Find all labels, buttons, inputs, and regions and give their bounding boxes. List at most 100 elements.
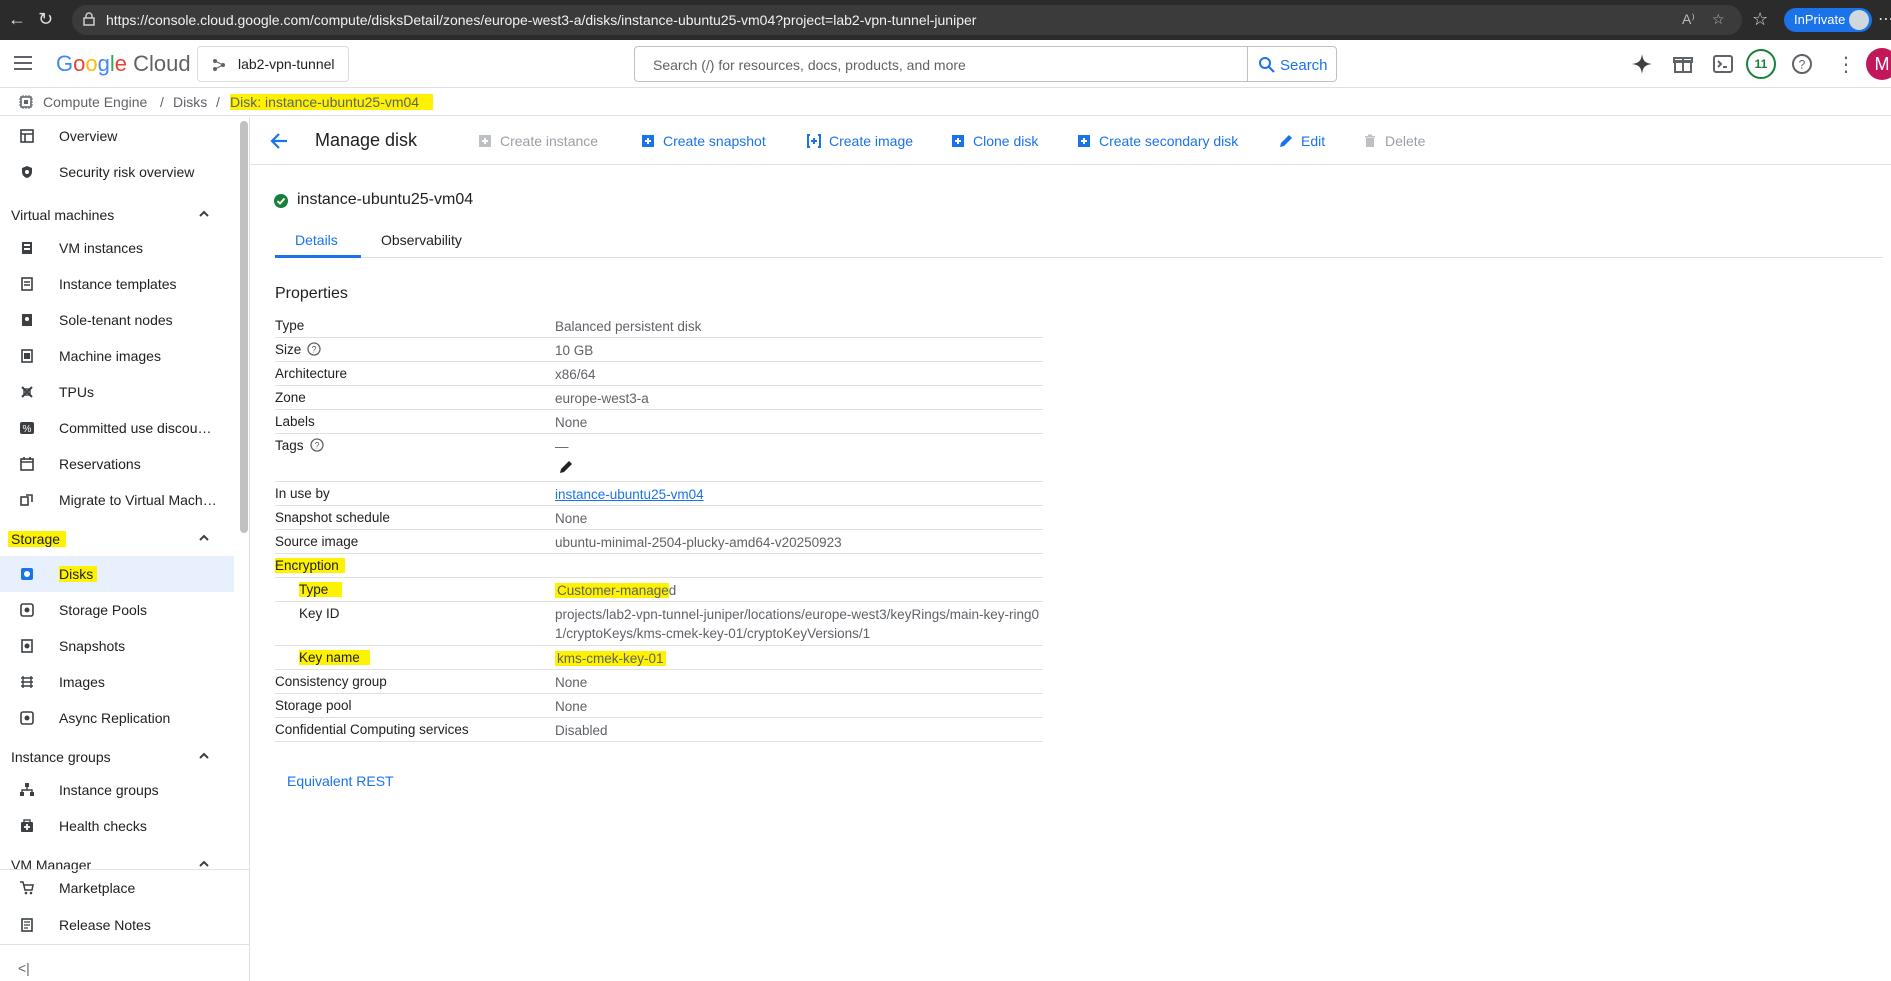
property-value: x86/64 xyxy=(555,367,596,382)
sidebar-item-label: Storage Pools xyxy=(59,602,147,618)
logo-letter: o xyxy=(85,51,98,76)
property-value: europe-west3-a xyxy=(555,391,649,406)
create-instance-button[interactable]: Create instance xyxy=(478,133,598,149)
sidebar-item-label: Images xyxy=(59,674,105,690)
create-secondary-disk-label: Create secondary disk xyxy=(1099,133,1239,149)
gemini-sparkle-icon[interactable] xyxy=(1630,52,1654,76)
sidebar-item-tpus[interactable]: TPUs xyxy=(0,374,234,410)
breadcrumb-disks[interactable]: Disks xyxy=(173,94,207,110)
help-circle-icon[interactable]: ? xyxy=(307,342,321,356)
help-icon[interactable]: ? xyxy=(1790,52,1814,76)
favorite-star-icon[interactable]: ☆ xyxy=(1712,11,1725,28)
property-row-snapshot-schedule: Snapshot schedule None xyxy=(275,506,1043,530)
create-image-button[interactable]: Create image xyxy=(807,133,913,149)
address-bar[interactable]: https://console.cloud.google.com/compute… xyxy=(72,5,1742,35)
sidebar-item-snapshots[interactable]: Snapshots xyxy=(0,628,234,664)
cloud-shell-icon[interactable] xyxy=(1711,52,1735,76)
create-snapshot-button[interactable]: Create snapshot xyxy=(641,133,766,149)
sidebar-item-migrate-to-virtual-machines[interactable]: Migrate to Virtual Machines xyxy=(0,482,234,518)
sidebar-item-disks[interactable]: Disks xyxy=(0,556,234,592)
breadcrumb-compute-engine[interactable]: Compute Engine xyxy=(43,94,147,110)
sidebar-item-committed-use-discounts[interactable]: % Committed use discounts xyxy=(0,410,234,446)
calendar-icon xyxy=(20,457,34,471)
project-picker-button[interactable]: lab2-vpn-tunnel xyxy=(197,46,349,82)
sidebar-item-label: Machine images xyxy=(59,348,161,364)
collapse-sidebar-icon[interactable]: <| xyxy=(18,960,30,976)
property-label: In use by xyxy=(275,486,330,501)
sidebar-item-reservations[interactable]: Reservations xyxy=(0,446,234,482)
sidebar-item-label: Overview xyxy=(59,128,118,144)
sidebar-item-vm-instances[interactable]: VM instances xyxy=(0,230,234,266)
equivalent-rest-link[interactable]: Equivalent REST xyxy=(287,773,394,789)
sidebar-item-release-notes[interactable]: Release Notes xyxy=(0,907,234,943)
inprivate-badge[interactable]: InPrivate xyxy=(1784,8,1872,32)
property-label: Encryption xyxy=(275,558,345,573)
main-menu-icon[interactable] xyxy=(14,56,32,70)
property-label: Labels xyxy=(275,414,315,429)
property-label: Tags? xyxy=(275,438,324,453)
property-value: projects/lab2-vpn-tunnel-juniper/locatio… xyxy=(555,607,1039,641)
create-secondary-disk-button[interactable]: Create secondary disk xyxy=(1077,133,1238,149)
back-arrow-icon[interactable] xyxy=(269,131,289,151)
help-circle-icon[interactable]: ? xyxy=(309,438,324,452)
more-options-icon[interactable]: ⋮ xyxy=(1836,52,1856,77)
property-row-size: Size? 10 GB xyxy=(275,338,1043,362)
gift-icon[interactable] xyxy=(1671,52,1695,76)
favorites-icon[interactable]: ☆ xyxy=(1752,9,1768,30)
delete-button[interactable]: Delete xyxy=(1363,133,1425,149)
property-label-text: Size xyxy=(275,342,302,357)
in-use-by-link[interactable]: instance-ubuntu25-vm04 xyxy=(555,487,704,502)
sidebar-item-machine-images[interactable]: Machine images xyxy=(0,338,234,374)
sidebar-item-label: Async Replication xyxy=(59,710,171,726)
sidebar-item-storage-pools[interactable]: Storage Pools xyxy=(0,592,234,628)
browser-more-icon[interactable]: ⋯ xyxy=(1878,9,1891,29)
edit-button[interactable]: Edit xyxy=(1279,133,1325,149)
account-avatar[interactable]: M xyxy=(1866,48,1891,80)
property-label: Storage pool xyxy=(275,698,352,713)
read-aloud-icon[interactable]: A⁾ xyxy=(1682,11,1695,28)
google-cloud-logo[interactable]: Google Cloud xyxy=(56,51,191,77)
property-value: Customer-managed xyxy=(555,581,1043,600)
sidebar-item-sole-tenant-nodes[interactable]: Sole-tenant nodes xyxy=(0,302,234,338)
sidebar-item-security-risk-overview[interactable]: Security risk overview xyxy=(0,154,234,190)
inprivate-label: InPrivate xyxy=(1794,12,1846,27)
sidebar-section-instance-groups[interactable]: Instance groups xyxy=(0,740,234,772)
sole-tenant-icon xyxy=(22,314,32,326)
disk-icon xyxy=(21,568,33,580)
browser-refresh-icon[interactable]: ↻ xyxy=(38,9,53,30)
resource-title: instance-ubuntu25-vm04 xyxy=(274,191,473,209)
tab-observability[interactable]: Observability xyxy=(381,232,462,248)
tab-details[interactable]: Details xyxy=(295,232,338,248)
property-label: Type xyxy=(275,318,305,333)
breadcrumb-separator: / xyxy=(216,94,220,110)
property-value: ubuntu-minimal-2504-plucky-amd64-v202509… xyxy=(555,535,842,550)
clone-disk-button[interactable]: Clone disk xyxy=(951,133,1038,149)
sidebar-section-storage[interactable]: Storage xyxy=(0,522,234,554)
sidebar-item-label: Instance templates xyxy=(59,276,177,292)
image-add-icon xyxy=(807,134,821,148)
chevron-up-icon xyxy=(199,534,209,541)
svg-text:%: % xyxy=(23,424,32,435)
search-button[interactable]: Search xyxy=(1248,46,1337,82)
sidebar-item-instance-groups[interactable]: Instance groups xyxy=(0,772,234,808)
sidebar-item-health-checks[interactable]: Health checks xyxy=(0,808,234,844)
property-row-zone: Zone europe-west3-a xyxy=(275,386,1043,410)
search-input[interactable]: Search (/) for resources, docs, products… xyxy=(634,46,1248,82)
breadcrumb-current-disk: Disk: instance-ubuntu25-vm04 xyxy=(230,94,434,110)
sidebar-scrollbar[interactable] xyxy=(240,121,248,533)
sidebar-section-virtual-machines[interactable]: Virtual machines xyxy=(0,198,234,230)
browser-back-icon[interactable]: ← xyxy=(8,9,26,30)
sidebar-item-async-replication[interactable]: Async Replication xyxy=(0,700,234,736)
sidebar-item-overview[interactable]: Overview xyxy=(0,118,234,154)
svg-text:?: ? xyxy=(1799,58,1806,72)
sidebar-item-instance-templates[interactable]: Instance templates xyxy=(0,266,234,302)
edit-tags-pencil-icon[interactable] xyxy=(558,459,574,475)
property-row-source-image: Source image ubuntu-minimal-2504-plucky-… xyxy=(275,530,1043,554)
property-label: Zone xyxy=(275,390,306,405)
create-image-label: Create image xyxy=(829,133,914,149)
sidebar-item-marketplace[interactable]: Marketplace xyxy=(0,870,234,906)
notifications-badge[interactable]: 11 xyxy=(1746,49,1776,79)
properties-table: Type Balanced persistent disk Size? 10 G… xyxy=(275,314,1043,742)
page-toolbar: Manage disk Create instance Create snaps… xyxy=(251,117,1891,165)
sidebar-item-images[interactable]: Images xyxy=(0,664,234,700)
